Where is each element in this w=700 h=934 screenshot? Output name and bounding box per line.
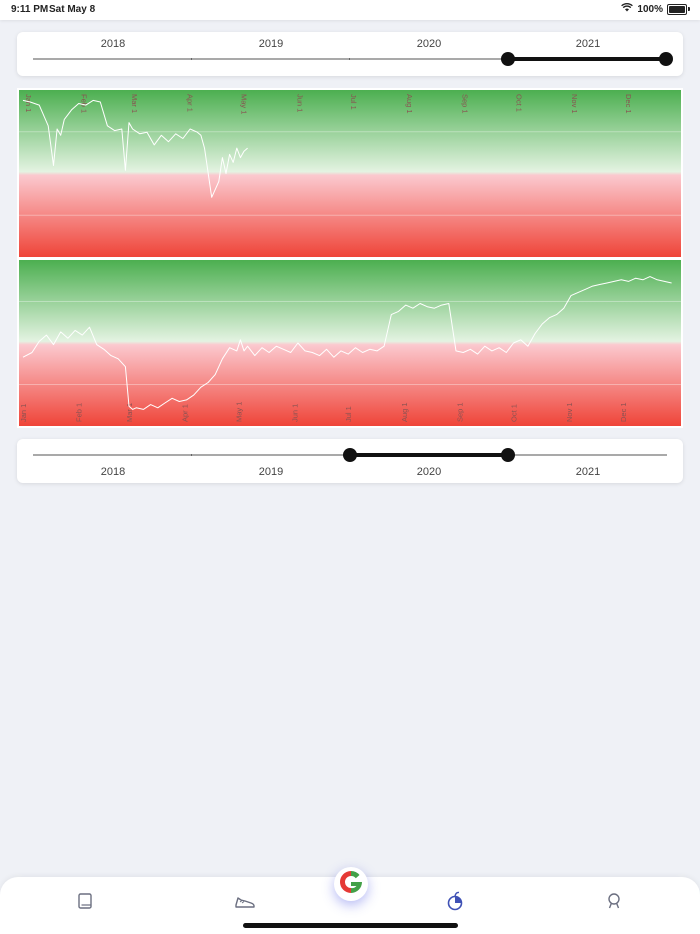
month-tick-label: Sep 1 — [456, 402, 465, 422]
month-tick-label: Jan 1 — [24, 94, 33, 112]
month-tick-label: May 1 — [235, 402, 244, 422]
month-tick-label: Feb 1 — [75, 403, 84, 422]
chart-panel-top: Jan 1 Feb 1 Mar 1 Apr 1 May 1 Jun 1 Jul 1 Aug 1… — [17, 88, 683, 259]
month-tick-label: Jan 1 — [19, 404, 28, 422]
year-label-2021: 2021 — [575, 466, 601, 478]
month-tick-label: Dec 1 — [624, 94, 633, 114]
wifi-icon — [621, 3, 634, 15]
chart-background — [19, 260, 681, 426]
month-tick-label: Dec 1 — [619, 402, 628, 422]
year-label-2020: 2020 — [416, 38, 442, 50]
month-tick-label: Jul 1 — [344, 406, 353, 422]
month-tick-label: Apr 1 — [186, 94, 195, 112]
month-tick-label: Mar 1 — [130, 94, 139, 113]
top-year-range-slider[interactable]: 2018 2019 2020 2021 — [17, 32, 683, 76]
g-logo-icon — [338, 869, 364, 900]
bottom-year-range-slider[interactable]: 2018 2019 2020 2021 — [17, 439, 683, 483]
month-tick-label: Aug 1 — [405, 94, 414, 114]
tab-activity[interactable] — [231, 889, 259, 917]
home-indicator — [243, 923, 458, 928]
month-tick-label: Oct 1 — [515, 94, 524, 112]
chart-background — [19, 90, 681, 257]
range-start-handle[interactable] — [501, 52, 515, 66]
book-icon — [76, 892, 94, 915]
year-label-2019: 2019 — [258, 38, 284, 50]
month-tick-label: Aug 1 — [400, 402, 409, 422]
month-tick-label: Nov 1 — [570, 94, 579, 114]
year-label-2018: 2018 — [100, 38, 126, 50]
month-tick-label: Sep 1 — [461, 94, 470, 114]
slider-selected-range — [508, 57, 666, 61]
month-tick-label: Jul 1 — [349, 94, 358, 110]
tab-profile[interactable] — [600, 889, 628, 917]
year-label-2019: 2019 — [258, 466, 284, 478]
year-label-2021: 2021 — [575, 38, 601, 50]
tab-journal[interactable] — [71, 889, 99, 917]
status-date: Sat May 8 — [49, 4, 96, 15]
month-tick-label: Jun 1 — [290, 404, 299, 422]
status-time: 9:11 PM — [11, 4, 49, 15]
month-tick-label: Apr 1 — [181, 404, 190, 422]
line-chart-top: Jan 1 Feb 1 Mar 1 Apr 1 May 1 Jun 1 Jul 1 Aug 1… — [19, 90, 681, 257]
chart-panel-bottom: Jan 1 Feb 1 Mar 1 Apr 1 May 1 Jun 1 Jul 1 Aug 1… — [17, 258, 683, 428]
year-label-2020: 2020 — [416, 466, 442, 478]
range-end-handle[interactable] — [659, 52, 673, 66]
month-tick-label: Jun 1 — [295, 94, 304, 112]
range-start-handle[interactable] — [343, 448, 357, 462]
apple-icon — [446, 891, 464, 916]
sneaker-icon — [234, 892, 256, 915]
year-label-2018: 2018 — [100, 466, 126, 478]
battery-icon — [667, 3, 687, 15]
month-tick-label: Mar 1 — [125, 403, 134, 422]
line-chart-bottom: Jan 1 Feb 1 Mar 1 Apr 1 May 1 Jun 1 Jul 1 Aug 1… — [19, 260, 681, 426]
slider-selected-range — [350, 453, 508, 457]
status-bar: 9:11 PM Sat May 8 100% — [0, 0, 700, 20]
month-tick-label: Nov 1 — [565, 402, 574, 422]
status-right: 100% — [621, 3, 690, 15]
month-tick-label: May 1 — [240, 94, 249, 114]
profile-icon — [605, 892, 623, 915]
range-end-handle[interactable] — [501, 448, 515, 462]
battery-percent: 100% — [637, 3, 663, 15]
tab-nutrition[interactable] — [441, 889, 469, 917]
center-logo-button[interactable] — [334, 867, 368, 901]
month-tick-label: Oct 1 — [510, 404, 519, 422]
